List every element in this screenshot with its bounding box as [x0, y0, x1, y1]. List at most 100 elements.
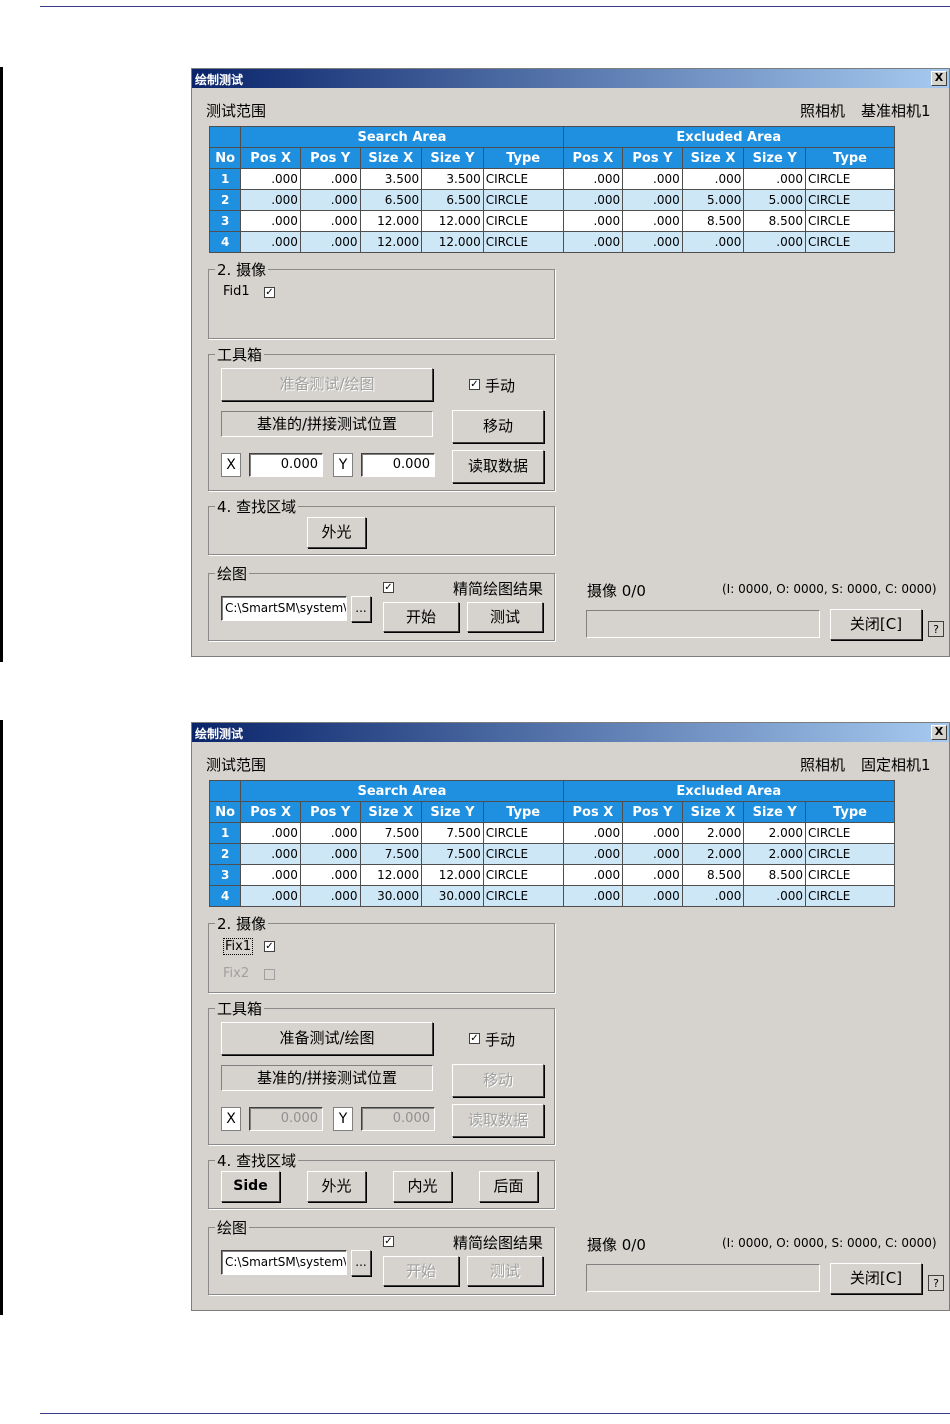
table-cell[interactable]: 7.500: [359, 822, 423, 844]
table-cell[interactable]: CIRCLE: [805, 864, 895, 886]
table-cell[interactable]: .000: [240, 885, 301, 907]
y-value-field[interactable]: 0.000: [361, 453, 435, 477]
table-cell[interactable]: 12.000: [359, 210, 423, 232]
read-data-button[interactable]: 读取数据: [452, 1104, 544, 1137]
table-cell[interactable]: 6.500: [359, 189, 423, 211]
dialog-titlebar[interactable]: 绘制测试 X: [192, 723, 949, 742]
table-cell[interactable]: 2.000: [681, 843, 745, 865]
table-cell[interactable]: .000: [681, 168, 745, 190]
table-cell[interactable]: 7.500: [421, 843, 484, 865]
close-button[interactable]: 关闭[C]: [830, 1263, 922, 1294]
table-row[interactable]: 3.000.000 12.000 12.000 CIRCLE .000.000 8.500…: [208, 864, 895, 886]
path-field[interactable]: C:\SmartSM\system\: [221, 596, 347, 621]
table-cell[interactable]: .000: [299, 843, 361, 865]
table-cell[interactable]: CIRCLE: [482, 885, 564, 907]
table-cell[interactable]: CIRCLE: [805, 189, 895, 211]
table-cell[interactable]: 5.000: [681, 189, 745, 211]
table-row[interactable]: 1.000.000 3.500 3.500 CIRCLE .000.000.000.00…: [208, 168, 895, 190]
path-field[interactable]: C:\SmartSM\system\: [221, 1250, 347, 1275]
table-cell[interactable]: .000: [622, 822, 683, 844]
x-value-field[interactable]: 0.000: [249, 453, 323, 477]
table-cell[interactable]: .000: [240, 189, 301, 211]
table-cell[interactable]: .000: [240, 210, 301, 232]
table-cell[interactable]: CIRCLE: [482, 843, 564, 865]
table-row[interactable]: 2.000.000 6.500 6.500 CIRCLE .000.000 5.000 5.…: [208, 189, 895, 211]
prepare-test-button[interactable]: 准备测试/绘图: [221, 1022, 433, 1055]
close-icon[interactable]: X: [931, 71, 947, 86]
table-row[interactable]: 1.000.000 7.500 7.500 CIRCLE .000.000 2.000 2.…: [208, 822, 895, 844]
table-cell[interactable]: 3.500: [421, 168, 484, 190]
help-icon[interactable]: ?: [928, 621, 944, 637]
table-cell[interactable]: CIRCLE: [482, 189, 564, 211]
table-cell[interactable]: 12.000: [421, 210, 484, 232]
camera-item-checkbox[interactable]: [264, 969, 275, 980]
table-cell[interactable]: .000: [622, 885, 683, 907]
table-cell[interactable]: 30.000: [359, 885, 423, 907]
table-cell[interactable]: .000: [562, 864, 624, 886]
table-cell[interactable]: 30.000: [421, 885, 484, 907]
y-value-field[interactable]: 0.000: [361, 1107, 435, 1131]
table-cell[interactable]: .000: [240, 843, 301, 865]
simplify-checkbox[interactable]: ✓: [383, 582, 394, 593]
read-data-button[interactable]: 读取数据: [452, 450, 544, 483]
close-button[interactable]: 关闭[C]: [830, 609, 922, 640]
table-cell[interactable]: CIRCLE: [482, 864, 564, 886]
table-cell[interactable]: .000: [622, 843, 683, 865]
table-cell[interactable]: 12.000: [359, 231, 423, 253]
table-cell[interactable]: .000: [562, 168, 624, 190]
table-cell[interactable]: CIRCLE: [482, 168, 564, 190]
browse-button[interactable]: ...: [351, 596, 371, 622]
start-button[interactable]: 开始: [383, 1256, 459, 1286]
help-icon[interactable]: ?: [928, 1275, 944, 1291]
test-button[interactable]: 测试: [467, 1256, 543, 1286]
x-value-field[interactable]: 0.000: [249, 1107, 323, 1131]
table-cell[interactable]: .000: [240, 231, 301, 253]
table-cell[interactable]: .000: [562, 822, 624, 844]
table-cell[interactable]: CIRCLE: [805, 885, 895, 907]
table-cell[interactable]: 8.500: [743, 864, 806, 886]
test-button[interactable]: 测试: [467, 602, 543, 632]
table-cell[interactable]: 8.500: [681, 864, 745, 886]
table-cell[interactable]: 12.000: [421, 864, 484, 886]
search-area-button[interactable]: 内光: [393, 1171, 452, 1202]
table-cell[interactable]: .000: [562, 885, 624, 907]
table-cell[interactable]: .000: [622, 189, 683, 211]
table-cell[interactable]: 12.000: [421, 231, 484, 253]
table-cell[interactable]: .000: [562, 843, 624, 865]
table-cell[interactable]: 2.000: [681, 822, 745, 844]
table-cell[interactable]: .000: [299, 231, 361, 253]
table-cell[interactable]: 8.500: [743, 210, 806, 232]
table-cell[interactable]: CIRCLE: [805, 210, 895, 232]
manual-checkbox[interactable]: ✓: [469, 379, 480, 390]
table-row[interactable]: 4.000.000 30.000 30.000 CIRCLE .000.000.000.…: [208, 885, 895, 907]
table-cell[interactable]: CIRCLE: [482, 231, 564, 253]
table-cell[interactable]: 12.000: [359, 864, 423, 886]
table-cell[interactable]: 7.500: [359, 843, 423, 865]
table-cell[interactable]: .000: [681, 231, 745, 253]
table-row[interactable]: 4.000.000 12.000 12.000 CIRCLE .000.000.000.…: [208, 231, 895, 253]
manual-checkbox[interactable]: ✓: [469, 1033, 480, 1044]
table-cell[interactable]: .000: [622, 168, 683, 190]
table-cell[interactable]: 3.500: [359, 168, 423, 190]
table-cell[interactable]: CIRCLE: [482, 822, 564, 844]
move-button[interactable]: 移动: [452, 1064, 544, 1097]
search-area-button[interactable]: 外光: [307, 517, 366, 548]
area-table[interactable]: Search Area Excluded Area No Pos X Pos Y Siz…: [208, 780, 896, 907]
table-cell[interactable]: .000: [562, 189, 624, 211]
table-row[interactable]: 2.000.000 7.500 7.500 CIRCLE .000.000 2.000 2.…: [208, 843, 895, 865]
table-cell[interactable]: .000: [562, 231, 624, 253]
table-cell[interactable]: .000: [743, 885, 806, 907]
table-cell[interactable]: 6.500: [421, 189, 484, 211]
table-cell[interactable]: .000: [299, 822, 361, 844]
table-cell[interactable]: 5.000: [743, 189, 806, 211]
table-cell[interactable]: 2.000: [743, 843, 806, 865]
search-area-button[interactable]: 后面: [479, 1171, 538, 1202]
table-cell[interactable]: .000: [299, 210, 361, 232]
table-cell[interactable]: .000: [299, 864, 361, 886]
table-cell[interactable]: .000: [743, 231, 806, 253]
simplify-checkbox[interactable]: ✓: [383, 1236, 394, 1247]
table-cell[interactable]: .000: [299, 168, 361, 190]
browse-button[interactable]: ...: [351, 1250, 371, 1276]
table-cell[interactable]: CIRCLE: [482, 210, 564, 232]
table-cell[interactable]: .000: [681, 885, 745, 907]
